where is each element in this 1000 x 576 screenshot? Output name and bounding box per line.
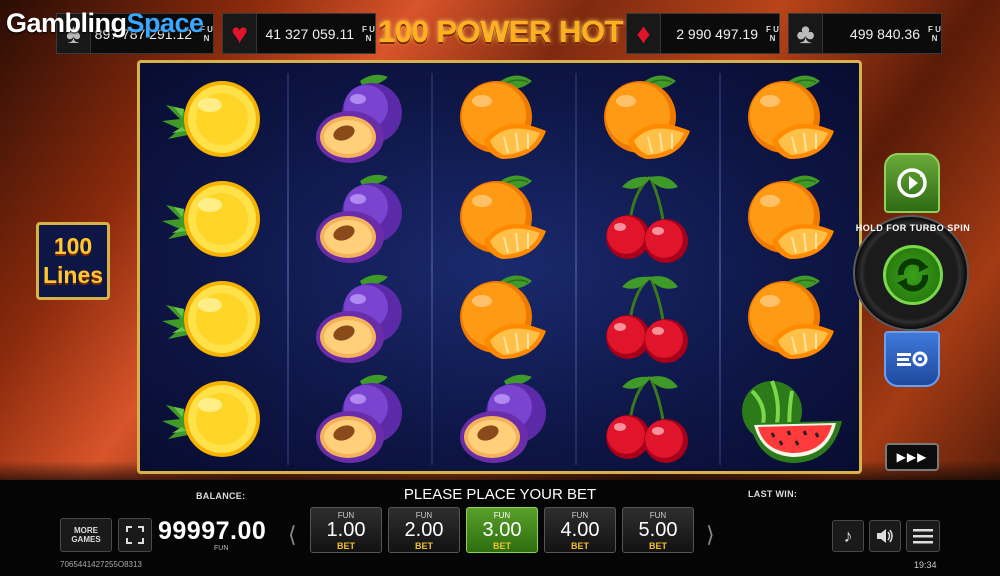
plum-symbol bbox=[288, 369, 428, 469]
cherry-symbol bbox=[576, 369, 716, 469]
lines-badge: 100 Lines bbox=[36, 222, 110, 300]
orange-symbol bbox=[432, 269, 572, 369]
speaker-icon bbox=[877, 529, 893, 543]
reel-1 bbox=[144, 69, 284, 469]
bet-next-arrow[interactable]: ⟩ bbox=[706, 522, 715, 548]
orange-symbol bbox=[720, 269, 860, 369]
last-win-label: LAST WIN: bbox=[748, 489, 798, 499]
bet-value: 1.00 bbox=[326, 519, 366, 541]
club-icon: ♣ bbox=[789, 14, 823, 53]
reel-3 bbox=[432, 69, 572, 469]
cherry-symbol bbox=[576, 169, 716, 269]
more-games-label: MORE GAMES bbox=[71, 526, 101, 544]
status-message: PLEASE PLACE YOUR BET bbox=[403, 486, 597, 503]
jackpot-heart: ♥ 41 327 059.11 F U N bbox=[222, 13, 376, 54]
plum-symbol bbox=[288, 269, 428, 369]
balance-value: 99997.00 bbox=[158, 517, 267, 545]
fun-tag: F U N bbox=[362, 24, 375, 43]
lines-number: 100 bbox=[53, 233, 93, 259]
bet-option-4.00[interactable]: FUN 4.00 BET bbox=[544, 507, 616, 553]
session-id: 7065441427255O8313 bbox=[60, 560, 142, 569]
bet-value: 2.00 bbox=[404, 519, 444, 541]
heart-icon: ♥ bbox=[223, 14, 257, 53]
orange-symbol bbox=[720, 69, 860, 169]
quick-spin-button[interactable]: ▶▶▶ bbox=[885, 443, 939, 471]
turbo-hint: HOLD FOR TURBO SPIN bbox=[855, 223, 971, 233]
menu-button[interactable] bbox=[906, 520, 940, 552]
lemon-symbol bbox=[144, 69, 284, 169]
bet-settings-button[interactable] bbox=[884, 331, 940, 387]
lines-word: Lines bbox=[42, 262, 104, 288]
fun-tag: F U N bbox=[928, 24, 941, 43]
spin-arrows-icon bbox=[897, 258, 929, 292]
bet-label: BET bbox=[337, 541, 355, 551]
orange-symbol bbox=[432, 169, 572, 269]
reel-2 bbox=[288, 69, 428, 469]
reel-window bbox=[137, 60, 862, 474]
fullscreen-icon bbox=[126, 526, 144, 544]
music-button[interactable]: ♪ bbox=[832, 520, 864, 552]
jackpot-club: ♣ 499 840.36 F U N bbox=[788, 13, 942, 54]
bet-label: BET bbox=[493, 541, 511, 551]
diamond-icon: ♦ bbox=[627, 14, 661, 53]
spin-ring bbox=[883, 245, 943, 305]
bet-label: BET bbox=[571, 541, 589, 551]
game-title: 100 POWER HOT bbox=[378, 14, 624, 49]
bet-prev-arrow[interactable]: ⟨ bbox=[288, 522, 297, 548]
bet-option-5.00[interactable]: FUN 5.00 BET bbox=[622, 507, 694, 553]
lemon-symbol bbox=[144, 169, 284, 269]
brand-part2: Space bbox=[126, 8, 205, 38]
orange-symbol bbox=[576, 69, 716, 169]
balance-unit: FUN bbox=[214, 545, 229, 552]
bet-option-2.00[interactable]: FUN 2.00 BET bbox=[388, 507, 460, 553]
sound-button[interactable] bbox=[869, 520, 901, 552]
jackpot-bar: ♠ 897 787 291.12 F U N ♥ 41 327 059.11 F… bbox=[0, 0, 1000, 56]
bet-label: BET bbox=[649, 541, 667, 551]
autoplay-button[interactable] bbox=[884, 153, 940, 213]
brand-part1: Gambling bbox=[6, 8, 127, 38]
jackpot-diamond: ♦ 2 990 497.19 F U N bbox=[626, 13, 780, 54]
hamburger-icon bbox=[913, 529, 933, 544]
jackpot-amount: 499 840.36 bbox=[849, 25, 920, 42]
fullscreen-button[interactable] bbox=[118, 518, 152, 552]
reel-4 bbox=[576, 69, 716, 469]
bet-option-3.00[interactable]: FUN 3.00 BET bbox=[466, 507, 538, 553]
music-note-icon: ♪ bbox=[843, 525, 853, 546]
bottom-bar: BALANCE: PLEASE PLACE YOUR BET LAST WIN:… bbox=[0, 480, 1000, 576]
bet-value: 3.00 bbox=[482, 519, 522, 541]
lemon-symbol bbox=[144, 369, 284, 469]
orange-symbol bbox=[720, 169, 860, 269]
plum-symbol bbox=[288, 69, 428, 169]
lemon-symbol bbox=[144, 269, 284, 369]
bet-label: BET bbox=[415, 541, 433, 551]
plum-symbol bbox=[432, 369, 572, 469]
autoplay-icon bbox=[897, 168, 927, 198]
orange-symbol bbox=[432, 69, 572, 169]
fun-tag: F U N bbox=[766, 24, 779, 43]
brand-logo: GamblingSpace bbox=[6, 8, 204, 39]
settings-lines-icon bbox=[897, 351, 928, 367]
watermelon-symbol bbox=[720, 369, 860, 469]
jackpot-amount: 2 990 497.19 bbox=[676, 25, 758, 42]
more-games-button[interactable]: MORE GAMES bbox=[60, 518, 112, 552]
plum-symbol bbox=[288, 169, 428, 269]
clock: 19:34 bbox=[914, 560, 937, 570]
reel-5 bbox=[720, 69, 860, 469]
spin-button[interactable]: HOLD FOR TURBO SPIN bbox=[853, 215, 971, 331]
bet-value: 4.00 bbox=[560, 519, 600, 541]
bet-value: 5.00 bbox=[638, 519, 678, 541]
cherry-symbol bbox=[576, 269, 716, 369]
jackpot-amount: 41 327 059.11 bbox=[265, 25, 355, 42]
bet-option-1.00[interactable]: FUN 1.00 BET bbox=[310, 507, 382, 553]
